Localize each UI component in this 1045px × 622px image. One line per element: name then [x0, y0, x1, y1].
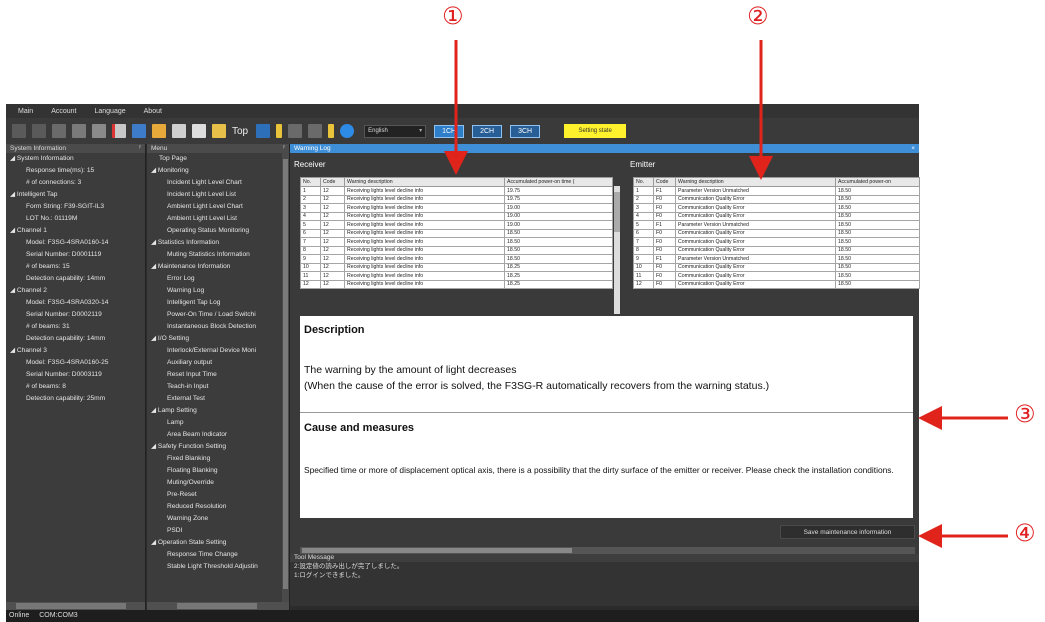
annotation-arrows — [444, 40, 1008, 548]
